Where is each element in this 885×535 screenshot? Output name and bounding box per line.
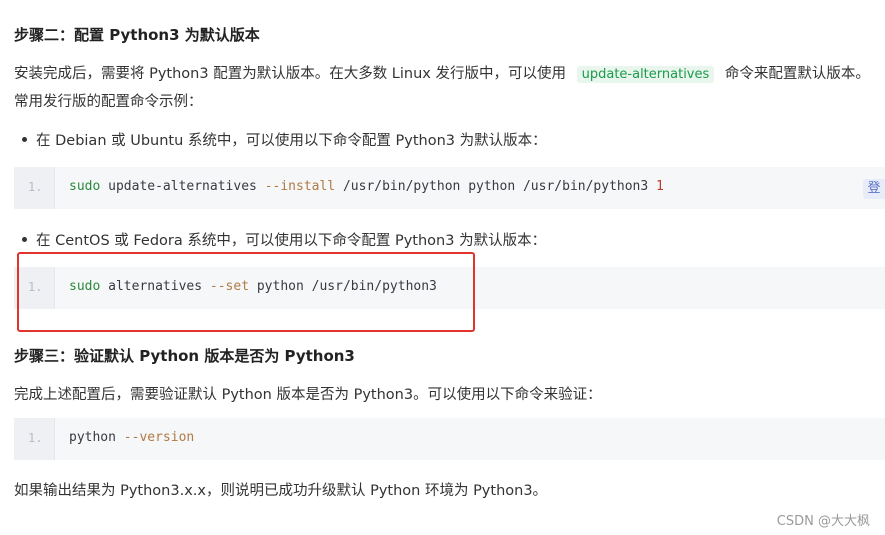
code-token-text: update-alternatives <box>100 179 265 194</box>
code-line: python --version <box>69 430 194 445</box>
code-token-number: 1 <box>656 179 664 194</box>
line-number: 1. <box>28 431 43 445</box>
step3-result: 如果输出结果为 Python3.x.x，则说明已成功升级默认 Python 环境… <box>14 483 548 499</box>
code-token-option: --install <box>264 179 336 194</box>
step3-intro: 完成上述配置后，需要验证默认 Python 版本是否为 Python3。可以使用… <box>14 387 602 403</box>
code-token-sudo: sudo <box>69 179 101 194</box>
bullet-dot <box>22 137 27 142</box>
step2-intro-line2: 常用发行版的配置命令示例： <box>14 94 203 110</box>
code-gutter: 1. <box>14 167 55 209</box>
bullet-dot <box>22 237 27 242</box>
code-token-python: python <box>69 430 116 445</box>
bullet-centos-text: 在 CentOS 或 Fedora 系统中，可以使用以下命令配置 Python3… <box>36 233 547 249</box>
inline-code-update-alternatives: update-alternatives <box>576 66 715 83</box>
code-token-text: /usr/bin/python python /usr/bin/python3 <box>335 179 657 194</box>
step3-heading: 步骤三：验证默认 Python 版本是否为 Python3 <box>14 347 355 365</box>
highlight-annotation-box <box>17 252 475 332</box>
code-gutter: 1. <box>14 418 55 460</box>
step2-intro: 安装完成后，需要将 Python3 配置为默认版本。在大多数 Linux 发行版… <box>14 62 870 83</box>
code-block-debian: 1. sudo update-alternatives --install /u… <box>14 167 885 209</box>
code-block-version: 1. python --version <box>14 418 885 460</box>
line-number: 1. <box>28 180 43 194</box>
copy-button[interactable]: 登 <box>863 179 885 199</box>
step2-heading: 步骤二：配置 Python3 为默认版本 <box>14 26 260 44</box>
watermark: CSDN @大大枫 <box>776 514 870 529</box>
step2-intro-text-after: 命令来配置默认版本。 <box>724 66 870 82</box>
code-token-option: --version <box>123 430 195 445</box>
bullet-debian-text: 在 Debian 或 Ubuntu 系统中，可以使用以下命令配置 Python3… <box>36 133 547 149</box>
step2-intro-text: 安装完成后，需要将 Python3 配置为默认版本。在大多数 Linux 发行版… <box>14 66 566 82</box>
code-line: sudo update-alternatives --install /usr/… <box>69 179 664 194</box>
